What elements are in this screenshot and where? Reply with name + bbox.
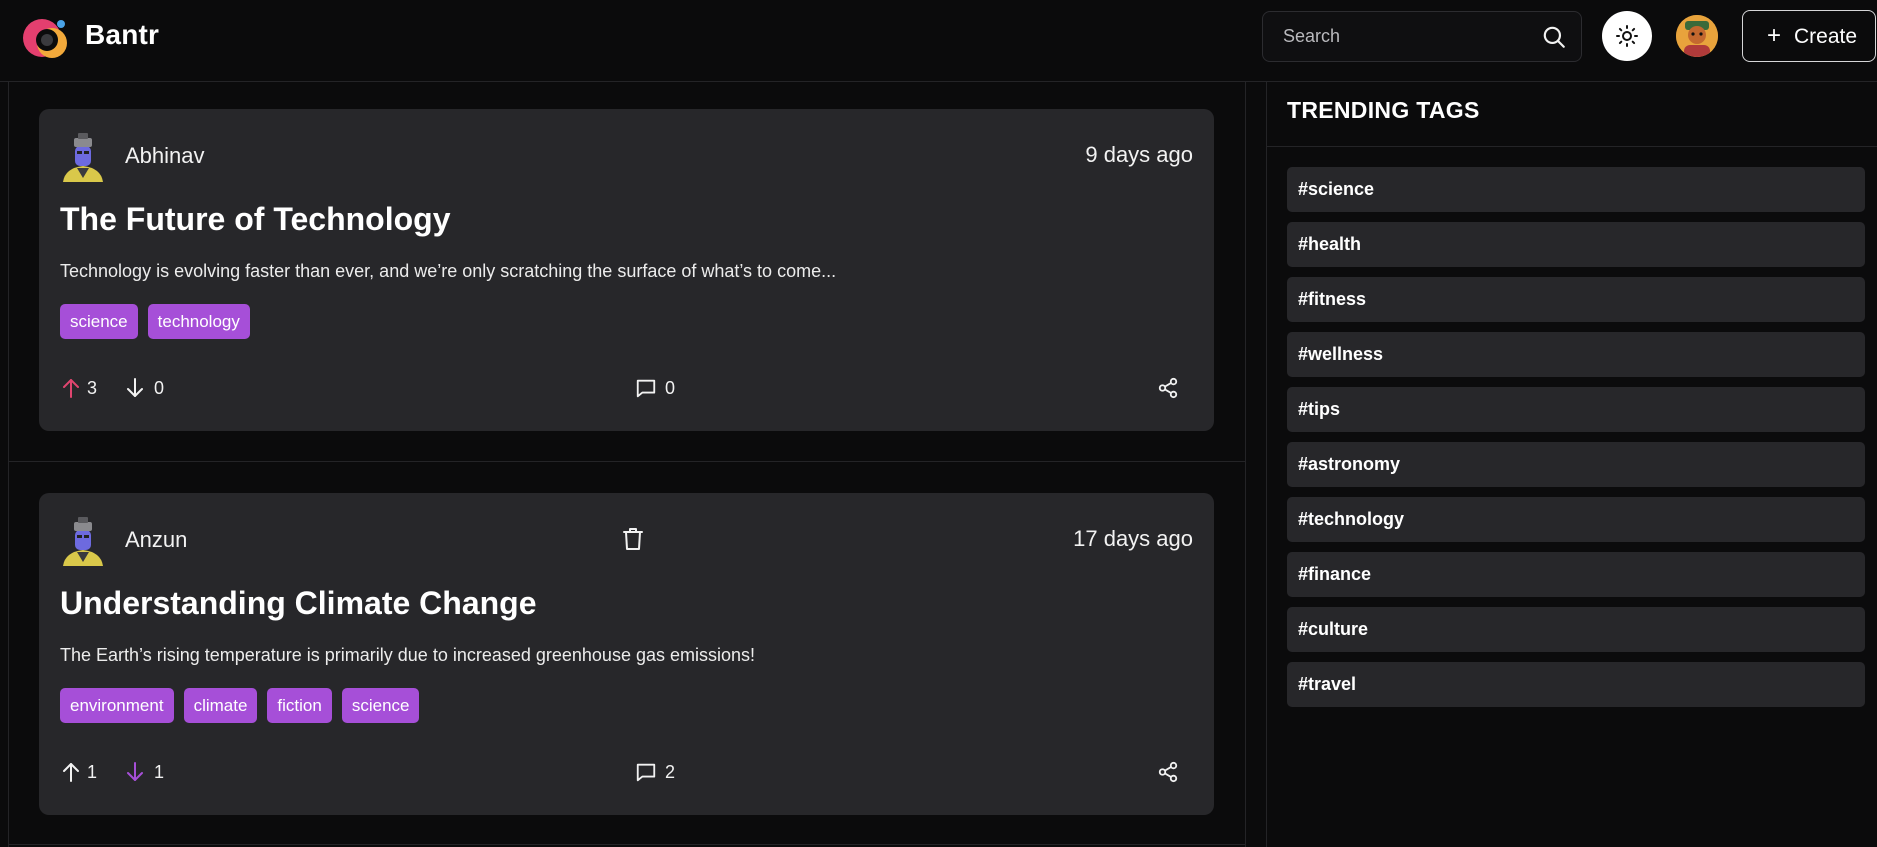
share-button[interactable] [1157,374,1181,404]
post-timestamp: 17 days ago [1073,526,1193,551]
author-avatar[interactable] [61,516,105,566]
brand-name[interactable]: Bantr [85,19,159,51]
trending-tag-technology[interactable]: #technology [1287,497,1865,542]
trending-tag-science[interactable]: #science [1287,167,1865,212]
sidebar-divider [1267,146,1877,147]
author-avatar[interactable] [61,132,105,182]
user-avatar[interactable] [1676,15,1718,57]
post-actions: 1 1 2 [39,758,1214,788]
tag-chip[interactable]: environment [60,688,174,723]
downvote-count: 0 [154,378,165,398]
downvote-button[interactable]: 0 [125,374,170,404]
arrow-up-icon [63,379,79,398]
post-title[interactable]: Understanding Climate Change [60,585,537,622]
share-button[interactable] [1157,758,1181,788]
create-button[interactable]: + Create [1742,10,1876,62]
tag-chip[interactable]: science [341,688,420,723]
share-icon [1158,761,1178,783]
share-icon [1158,377,1178,399]
arrow-down-icon [127,762,143,781]
trending-tag-culture[interactable]: #culture [1287,607,1865,652]
search-icon[interactable] [1541,24,1567,50]
search-box[interactable] [1262,11,1582,62]
post-content: The Earth’s rising temperature is primar… [60,645,756,665]
downvote-button[interactable]: 1 [125,758,170,788]
trending-tag-astronomy[interactable]: #astronomy [1287,442,1865,487]
plus-icon: + [1767,22,1782,49]
comment-count: 2 [665,762,676,782]
author-name[interactable]: Abhinav [125,143,205,169]
upvote-count: 3 [87,378,98,398]
comments-button[interactable]: 0 [635,374,685,404]
post-tags: environment climate fiction science [60,688,420,723]
post-divider [8,844,1246,845]
tag-chip[interactable]: technology [147,304,250,339]
trending-sidebar: TRENDING TAGS #science #health #fitness … [1266,82,1877,847]
trending-tag-wellness[interactable]: #wellness [1287,332,1865,377]
downvote-count: 1 [154,762,165,782]
trending-tag-finance[interactable]: #finance [1287,552,1865,597]
trending-tag-tips[interactable]: #tips [1287,387,1865,432]
comment-icon [636,763,656,782]
post-content: Technology is evolving faster than ever,… [60,261,837,281]
create-button-label: Create [1794,25,1858,48]
sidebar-title: TRENDING TAGS [1287,97,1480,123]
top-navbar: Bantr + Create [0,0,1877,82]
post-card[interactable]: Abhinav 9 days ago The Future of Technol… [39,109,1214,431]
post-divider [8,461,1246,462]
tag-chip[interactable]: science [60,304,138,339]
search-input[interactable] [1263,12,1533,61]
post-timestamp: 9 days ago [1085,142,1193,167]
logo-icon[interactable] [22,16,72,62]
trending-tag-health[interactable]: #health [1287,222,1865,267]
upvote-button[interactable]: 3 [61,374,106,404]
theme-toggle-button[interactable] [1602,11,1652,61]
comment-icon [636,379,656,398]
trash-icon[interactable] [621,526,645,552]
comment-count: 0 [665,378,676,398]
tag-chip[interactable]: fiction [267,688,332,723]
trending-tag-travel[interactable]: #travel [1287,662,1865,707]
post-card[interactable]: Anzun 17 days ago Understanding Climate … [39,493,1214,815]
comments-button[interactable]: 2 [635,758,685,788]
trending-tag-fitness[interactable]: #fitness [1287,277,1865,322]
upvote-button[interactable]: 1 [61,758,106,788]
upvote-count: 1 [87,762,98,782]
tag-chip[interactable]: climate [183,688,258,723]
post-actions: 3 0 0 [39,374,1214,404]
post-tags: science technology [60,304,250,339]
arrow-down-icon [127,378,143,397]
sun-icon [1616,25,1638,47]
post-title[interactable]: The Future of Technology [60,201,451,238]
author-name[interactable]: Anzun [125,527,187,553]
arrow-up-icon [63,763,79,782]
